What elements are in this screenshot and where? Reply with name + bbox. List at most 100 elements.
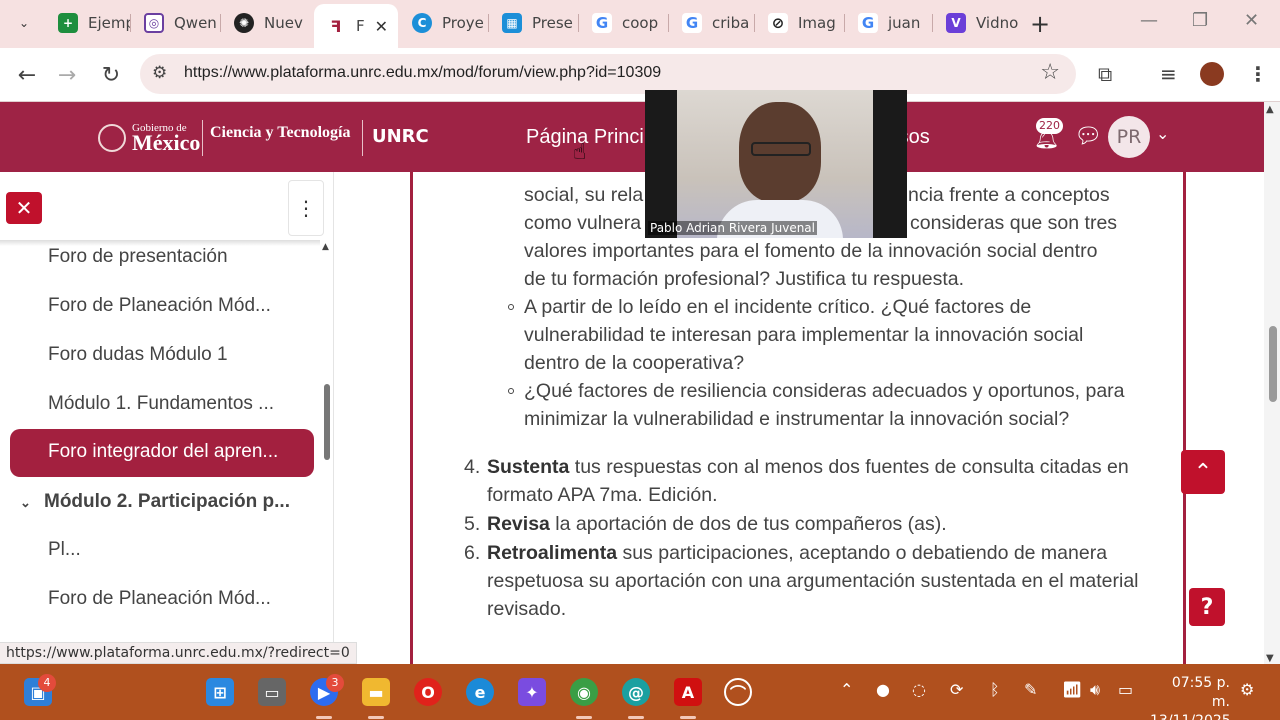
windows-start-icon[interactable]: ⊞ bbox=[206, 678, 234, 706]
tray-sync-icon[interactable]: ◌ bbox=[912, 680, 926, 699]
close-drawer-button[interactable]: ✕ bbox=[6, 192, 42, 224]
video-call-overlay[interactable]: Pablo Adrian Rivera Juvenal bbox=[645, 90, 907, 238]
canva-icon: C bbox=[412, 13, 432, 33]
screen: ⌄ + Ejemp ◎ Qwen ✺ Nuev ꟻ F ✕ C Proye ▦ … bbox=[0, 0, 1280, 720]
app-icon[interactable]: ✦ bbox=[518, 678, 546, 706]
user-avatar[interactable]: PR bbox=[1108, 116, 1150, 158]
tab-imag[interactable]: ⊘ Imag bbox=[756, 6, 844, 40]
bullet1-line: de tu formación profesional? Justifica t… bbox=[524, 268, 965, 290]
reload-icon[interactable]: ↻ bbox=[96, 60, 126, 90]
help-button[interactable]: ? bbox=[1189, 588, 1225, 626]
bookmark-star-icon[interactable]: ☆ bbox=[1040, 60, 1060, 85]
page-scroll-thumb[interactable] bbox=[1269, 326, 1277, 402]
drawer-section-modulo-2[interactable]: ⌄ Módulo 2. Participación p... bbox=[20, 491, 290, 513]
site-header: Gobierno de México Ciencia y Tecnología … bbox=[0, 102, 1264, 172]
bullet-item: ¿Qué factores de resiliencia consideras … bbox=[524, 380, 1125, 430]
drawer-scroll-up-icon[interactable]: ▲ bbox=[322, 242, 329, 252]
tab-juan[interactable]: G juan bbox=[846, 6, 932, 40]
bullet1-fragment: social, su rela bbox=[524, 184, 644, 206]
ciencia-tecnologia-logo: Ciencia y Tecnología bbox=[210, 124, 351, 141]
acrobat-icon[interactable]: A bbox=[674, 678, 702, 706]
opera-icon[interactable]: O bbox=[414, 678, 442, 706]
page-scrollbar[interactable]: ▲ ▼ bbox=[1264, 102, 1280, 664]
app-swirl-icon[interactable]: @ bbox=[622, 678, 650, 706]
drawer-item-active[interactable]: Foro integrador del apren... bbox=[10, 429, 314, 477]
bullet-item: A partir de lo leído en el incidente crí… bbox=[524, 296, 1084, 374]
media-control-icon[interactable]: ≡ bbox=[1160, 62, 1177, 86]
browser-toolbar: ← → ↻ ⚙ https://www.plataforma.unrc.edu.… bbox=[0, 48, 1280, 102]
site-info-icon[interactable]: ⚙ bbox=[152, 63, 167, 83]
close-window-icon[interactable]: ✕ bbox=[1244, 10, 1259, 31]
tray-overflow-chevron-icon[interactable]: ⌃ bbox=[840, 680, 853, 699]
bullet1-fragment: consideras que son tres bbox=[910, 212, 1118, 234]
tab-criba[interactable]: G criba bbox=[670, 6, 754, 40]
edge-icon[interactable]: e bbox=[466, 678, 494, 706]
battery-icon[interactable]: ▭ bbox=[1118, 680, 1133, 699]
drawer-item[interactable]: Foro dudas Módulo 1 bbox=[48, 344, 300, 366]
tab-search-chevron-icon[interactable]: ⌄ bbox=[8, 8, 40, 38]
qwen-icon: ◎ bbox=[144, 13, 164, 33]
back-icon[interactable]: ← bbox=[12, 60, 42, 90]
chrome-icon[interactable]: ◉ bbox=[570, 678, 598, 706]
file-explorer-icon[interactable]: ▬ bbox=[362, 678, 390, 706]
browser-menu-icon[interactable]: ⋮ bbox=[1248, 62, 1268, 86]
address-bar[interactable]: ⚙ https://www.plataforma.unrc.edu.mx/mod… bbox=[140, 54, 1076, 94]
tab-prese[interactable]: ▦ Prese bbox=[490, 6, 578, 40]
extensions-icon[interactable]: ⧉ bbox=[1098, 62, 1112, 86]
drawer-item[interactable]: Foro de presentación bbox=[48, 246, 300, 268]
messages-icon[interactable]: 💬︎ bbox=[1074, 124, 1102, 149]
tray-app-icon[interactable]: ● bbox=[876, 680, 890, 699]
step-number: 6. bbox=[464, 542, 481, 564]
collapse-chevron-icon[interactable]: ⌄ bbox=[20, 495, 44, 511]
user-menu-chevron-icon[interactable]: ⌄ bbox=[1156, 124, 1169, 143]
bullet1-fragment: ncia frente a conceptos bbox=[908, 184, 1110, 206]
back-to-top-button[interactable]: ⌃ bbox=[1181, 450, 1225, 494]
drawer-item[interactable]: Pl... bbox=[48, 539, 300, 561]
tab-vidno[interactable]: V Vidno bbox=[934, 6, 1018, 40]
tab-forum-active[interactable]: ꟻ F ✕ bbox=[314, 4, 398, 48]
tab-proye[interactable]: C Proye bbox=[400, 6, 488, 40]
step-item: Retroalimenta sus participaciones, acept… bbox=[487, 542, 1139, 620]
link-status-bar: https://www.plataforma.unrc.edu.mx/?redi… bbox=[0, 642, 357, 664]
mouse-pointer-icon: ☝ bbox=[573, 140, 587, 165]
scroll-down-icon[interactable]: ▼ bbox=[1266, 653, 1274, 664]
wifi-icon[interactable]: 📶︎ bbox=[1062, 680, 1082, 699]
browser-profile-avatar[interactable] bbox=[1200, 62, 1224, 86]
task-view-icon[interactable]: ▭ bbox=[258, 678, 286, 706]
url-text[interactable]: https://www.plataforma.unrc.edu.mx/mod/f… bbox=[184, 64, 661, 82]
close-tab-icon[interactable]: ✕ bbox=[375, 17, 388, 36]
openai-icon: ✺ bbox=[234, 13, 254, 33]
tab-coop[interactable]: G coop bbox=[580, 6, 668, 40]
pen-icon[interactable]: ✎ bbox=[1024, 680, 1037, 699]
scroll-up-icon[interactable]: ▲ bbox=[1266, 104, 1274, 115]
drawer-item[interactable]: Foro de Planeación Mód... bbox=[48, 588, 300, 610]
drawer-item[interactable]: Foro de Planeación Mód... bbox=[48, 295, 300, 317]
app-ring-icon[interactable]: ⌒ bbox=[724, 678, 752, 706]
tab-nuev[interactable]: ✺ Nuev bbox=[222, 6, 310, 40]
new-tab-button[interactable]: + bbox=[1030, 10, 1050, 38]
step-number: 5. bbox=[464, 513, 481, 535]
step-number: 4. bbox=[464, 456, 481, 478]
notification-center-icon[interactable]: ⚙ bbox=[1240, 680, 1254, 699]
drawer-options-kebab-icon[interactable]: ⋮ bbox=[288, 180, 324, 236]
drawer-scrollbar[interactable]: ▲ ▼ bbox=[320, 242, 334, 664]
slash-icon: ⊘ bbox=[768, 13, 788, 33]
tab-qwen[interactable]: ◎ Qwen bbox=[132, 6, 220, 40]
bullet-marker bbox=[508, 388, 514, 394]
forward-icon[interactable]: → bbox=[52, 60, 82, 90]
bluetooth-icon[interactable]: ᛒ bbox=[990, 680, 1000, 699]
vidnoz-icon: V bbox=[946, 13, 966, 33]
restore-icon[interactable]: ❐ bbox=[1192, 10, 1208, 31]
tray-refresh-icon[interactable]: ⟳ bbox=[950, 680, 963, 699]
drawer-scroll-thumb[interactable] bbox=[324, 384, 330, 460]
bullet-marker bbox=[508, 304, 514, 310]
unrc-logo[interactable]: UNRC bbox=[372, 126, 429, 147]
drawer-item[interactable]: Módulo 1. Fundamentos ... bbox=[48, 393, 300, 415]
taskbar-clock[interactable]: 07:55 p. m. 13/11/2025 bbox=[1150, 674, 1231, 720]
tab-ejemp[interactable]: + Ejemp bbox=[46, 6, 130, 40]
volume-icon[interactable]: 🔊︎ bbox=[1090, 680, 1100, 700]
minimize-icon[interactable]: — bbox=[1140, 10, 1158, 31]
mexico-seal-icon bbox=[98, 124, 126, 152]
participant-video bbox=[677, 90, 873, 238]
browser-tabstrip: ⌄ + Ejemp ◎ Qwen ✺ Nuev ꟻ F ✕ C Proye ▦ … bbox=[0, 0, 1280, 48]
